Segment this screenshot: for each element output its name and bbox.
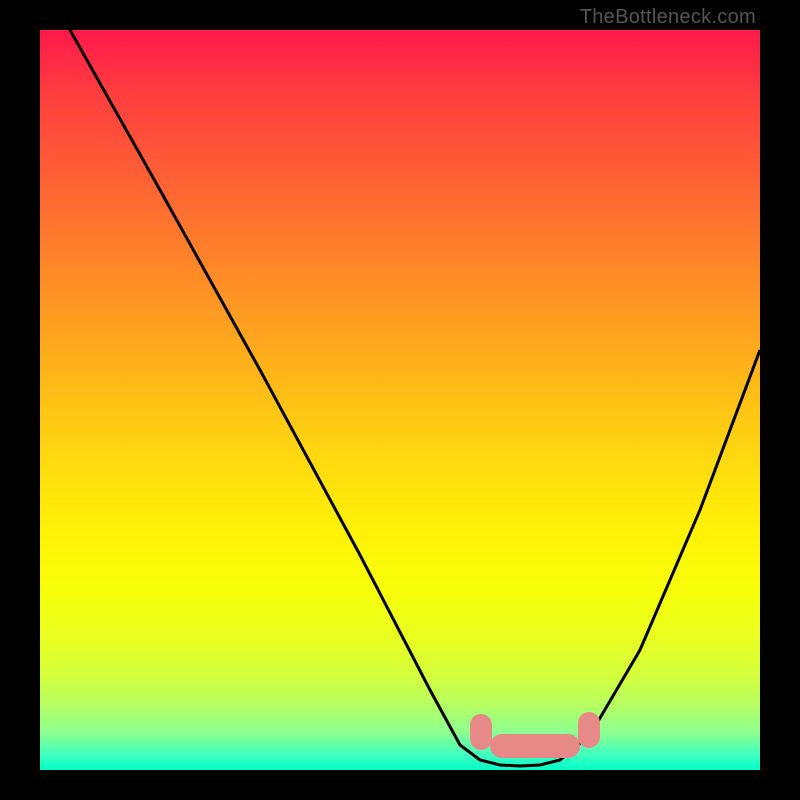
- bottleneck-curve: [40, 30, 760, 770]
- watermark-text: TheBottleneck.com: [580, 6, 756, 29]
- curve-path: [70, 30, 760, 766]
- valley-end-dot: [470, 714, 492, 750]
- valley-end-dot: [578, 712, 600, 748]
- plot-area: [40, 30, 760, 770]
- valley-bar: [490, 734, 580, 758]
- chart-frame: TheBottleneck.com: [0, 0, 800, 800]
